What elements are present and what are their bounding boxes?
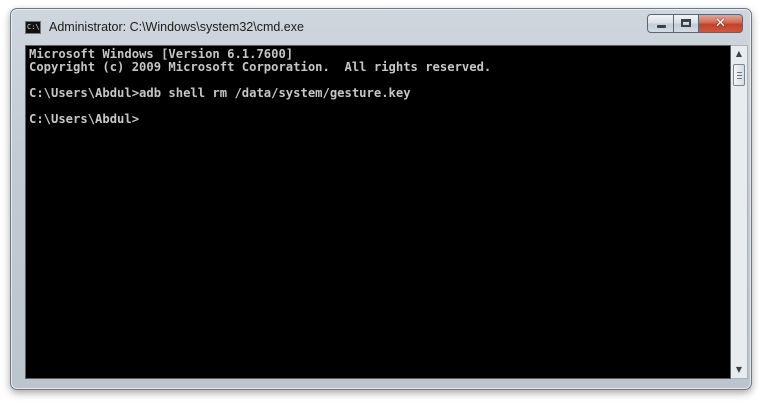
minimize-button[interactable] [647, 14, 674, 33]
cmd-icon[interactable]: C:\ [25, 21, 41, 34]
grip-line [737, 75, 742, 76]
console-line: Copyright (c) 2009 Microsoft Corporation… [29, 60, 492, 74]
console-output[interactable]: Microsoft Windows [Version 6.1.7600] Copy… [25, 45, 731, 379]
console-text: Microsoft Windows [Version 6.1.7600] Copy… [29, 48, 491, 126]
console-line: C:\Users\Abdul>adb shell rm /data/system… [29, 86, 411, 100]
scrollbar-thumb[interactable] [733, 64, 745, 86]
close-button[interactable]: ✕ [699, 14, 743, 33]
maximize-icon [681, 19, 691, 27]
grip-line [737, 72, 742, 73]
title-bar[interactable]: C:\ Administrator: C:\Windows\system32\c… [11, 9, 751, 43]
scroll-up-arrow-icon[interactable]: ▲ [731, 46, 747, 62]
window-controls: ✕ [647, 14, 743, 34]
cmd-icon-text: C:\ [27, 23, 40, 31]
vertical-scrollbar[interactable]: ▲ ▼ [731, 45, 748, 379]
console-prompt: C:\Users\Abdul> [29, 112, 140, 126]
maximize-button[interactable] [674, 14, 699, 33]
minimize-icon [657, 25, 666, 28]
grip-line [737, 78, 742, 79]
window-title: Administrator: C:\Windows\system32\cmd.e… [49, 20, 304, 34]
cmd-window: C:\ Administrator: C:\Windows\system32\c… [10, 8, 752, 390]
scroll-down-arrow-icon[interactable]: ▼ [731, 362, 747, 378]
close-icon: ✕ [715, 16, 726, 31]
